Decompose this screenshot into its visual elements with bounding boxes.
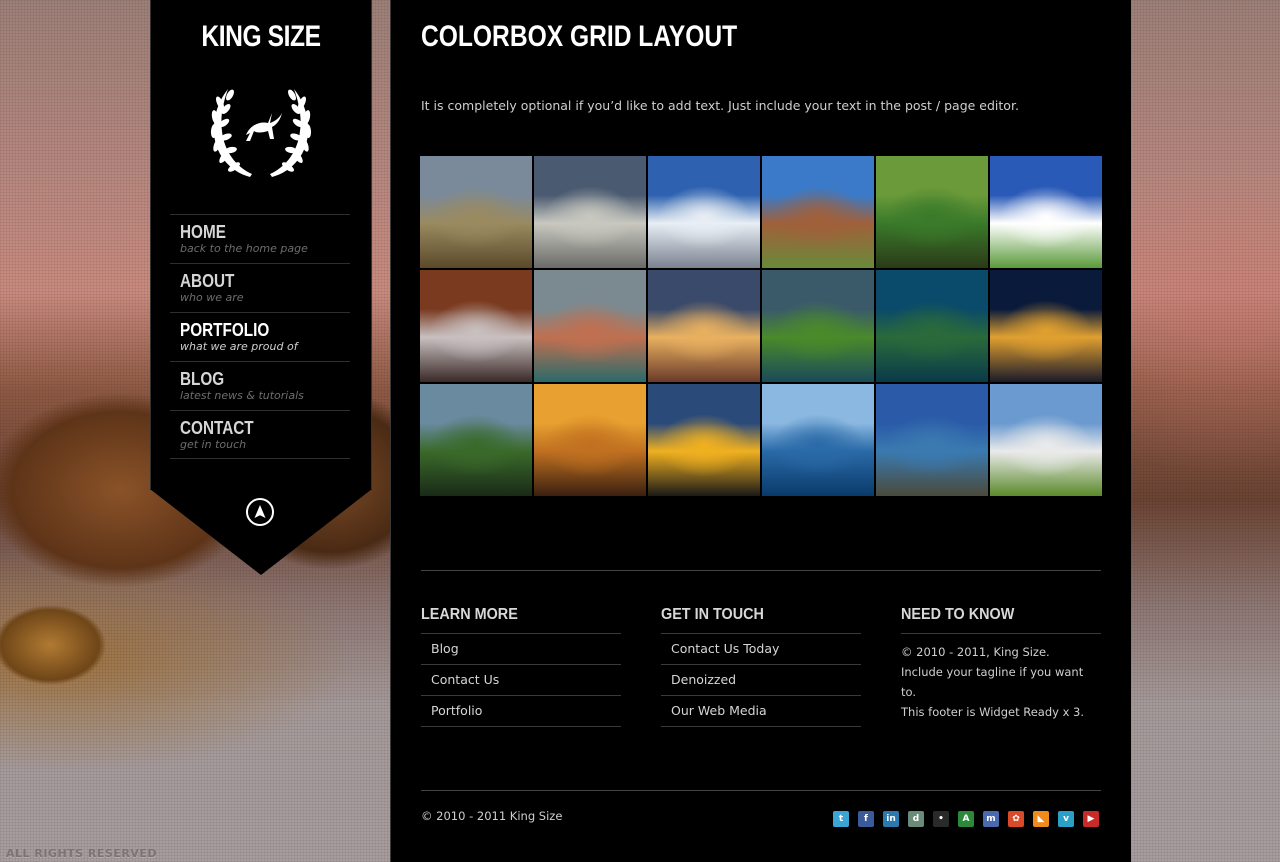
footer-link-denoizzed[interactable]: Denoizzed [661, 665, 861, 696]
page-title: COLORBOX GRID LAYOUT [421, 20, 738, 53]
nav-subtitle: latest news & tutorials [180, 389, 304, 402]
gallery-thumb-coastal-road[interactable] [420, 384, 532, 496]
nav-item-home[interactable]: HOME back to the home page [170, 214, 350, 263]
rss-icon[interactable]: ◣ [1033, 811, 1049, 827]
main-nav: HOME back to the home page ABOUT who we … [170, 214, 350, 459]
divider [421, 790, 1101, 791]
delicious-icon[interactable]: d [908, 811, 924, 827]
footer-text-line: This footer is Widget Ready x 3. [901, 705, 1085, 719]
footer-text-line: Include your tagline if you want to. [901, 665, 1084, 699]
gallery-grid [420, 156, 1104, 498]
nav-subtitle: who we are [180, 291, 244, 304]
gallery-thumb-night-castle[interactable] [990, 270, 1102, 382]
sidebar: KING SIZE HOME back to the home page ABO… [150, 0, 372, 490]
nav-label: ABOUT [180, 271, 235, 291]
gallery-thumb-cliff-bridge[interactable] [762, 156, 874, 268]
rights-reserved: ALL RIGHTS RESERVED [6, 847, 157, 860]
footer-get-in-touch: GET IN TOUCH Contact Us Today Denoizzed … [661, 606, 861, 727]
footer-link-our-web-media[interactable]: Our Web Media [661, 696, 861, 727]
gallery-thumb-house-on-hill[interactable] [990, 156, 1102, 268]
footer-heading: LEARN MORE [421, 606, 518, 623]
nav-item-contact[interactable]: CONTACT get in touch [170, 410, 350, 459]
gallery-thumb-storm-clouds[interactable] [534, 156, 646, 268]
nav-item-portfolio[interactable]: PORTFOLIO what we are proud of [170, 312, 350, 361]
nav-item-blog[interactable]: BLOG latest news & tutorials [170, 361, 350, 410]
gallery-thumb-alpine-valley[interactable] [990, 384, 1102, 496]
footer-text-line: © 2010 - 2011, King Size. [901, 645, 1050, 659]
arrow-up-icon [254, 505, 266, 518]
nav-label: BLOG [180, 369, 225, 389]
laurel-unicorn-logo[interactable] [206, 75, 316, 185]
footer-heading: NEED TO KNOW [901, 606, 1015, 623]
flickr-icon[interactable]: • [933, 811, 949, 827]
footer-link-contact-us[interactable]: Contact Us [421, 665, 621, 696]
gallery-thumb-rocky-shore[interactable] [876, 384, 988, 496]
gallery-thumb-frosted-tree[interactable] [420, 270, 532, 382]
nav-subtitle: what we are proud of [180, 340, 298, 353]
nav-label: CONTACT [180, 418, 254, 438]
footer-link-contact-us-today[interactable]: Contact Us Today [661, 634, 861, 665]
main-content: COLORBOX GRID LAYOUT It is completely op… [390, 0, 1131, 862]
nav-item-about[interactable]: ABOUT who we are [170, 263, 350, 312]
footer-need-to-know: NEED TO KNOW © 2010 - 2011, King Size. I… [901, 606, 1101, 722]
gallery-thumb-forest-peninsula[interactable] [876, 270, 988, 382]
site-title[interactable]: KING SIZE [171, 20, 351, 54]
background-rock [0, 600, 120, 690]
picasa-icon[interactable]: ✿ [1008, 811, 1024, 827]
nav-subtitle: back to the home page [180, 242, 308, 255]
gallery-thumb-red-barn[interactable] [648, 270, 760, 382]
divider [421, 570, 1101, 571]
youtube-icon[interactable]: ▶ [1083, 811, 1099, 827]
gallery-thumb-green-lights[interactable] [762, 270, 874, 382]
footer-link-blog[interactable]: Blog [421, 634, 621, 665]
gallery-thumb-snowy-mountains[interactable] [648, 156, 760, 268]
gallery-thumb-orange-sunset-islets[interactable] [534, 384, 646, 496]
gallery-thumb-green-pond[interactable] [876, 156, 988, 268]
gallery-thumb-rolling-hills[interactable] [420, 156, 532, 268]
footer-heading: GET IN TOUCH [661, 606, 764, 623]
footer-link-portfolio[interactable]: Portfolio [421, 696, 621, 727]
gallery-thumb-lakeside-village[interactable] [534, 270, 646, 382]
gallery-thumb-golden-seascape[interactable] [648, 384, 760, 496]
copyright: © 2010 - 2011 King Size [421, 809, 563, 823]
social-icons: t f in d • Am ✿ ◣ v ▶ [833, 811, 1099, 827]
vimeo-icon[interactable]: v [1058, 811, 1074, 827]
twitter-icon[interactable]: t [833, 811, 849, 827]
facebook-icon[interactable]: f [858, 811, 874, 827]
gallery-thumb-blue-bay[interactable] [762, 384, 874, 496]
collapse-menu-button[interactable] [246, 498, 274, 526]
intro-text: It is completely optional if you’d like … [421, 98, 1019, 113]
nav-label: HOME [180, 222, 226, 242]
nav-subtitle: get in touch [180, 438, 247, 451]
myspace-icon[interactable]: m [983, 811, 999, 827]
deviantart-icon[interactable]: A [958, 811, 974, 827]
linkedin-icon[interactable]: in [883, 811, 899, 827]
nav-label: PORTFOLIO [180, 320, 270, 340]
footer-learn-more: LEARN MORE Blog Contact Us Portfolio [421, 606, 621, 727]
